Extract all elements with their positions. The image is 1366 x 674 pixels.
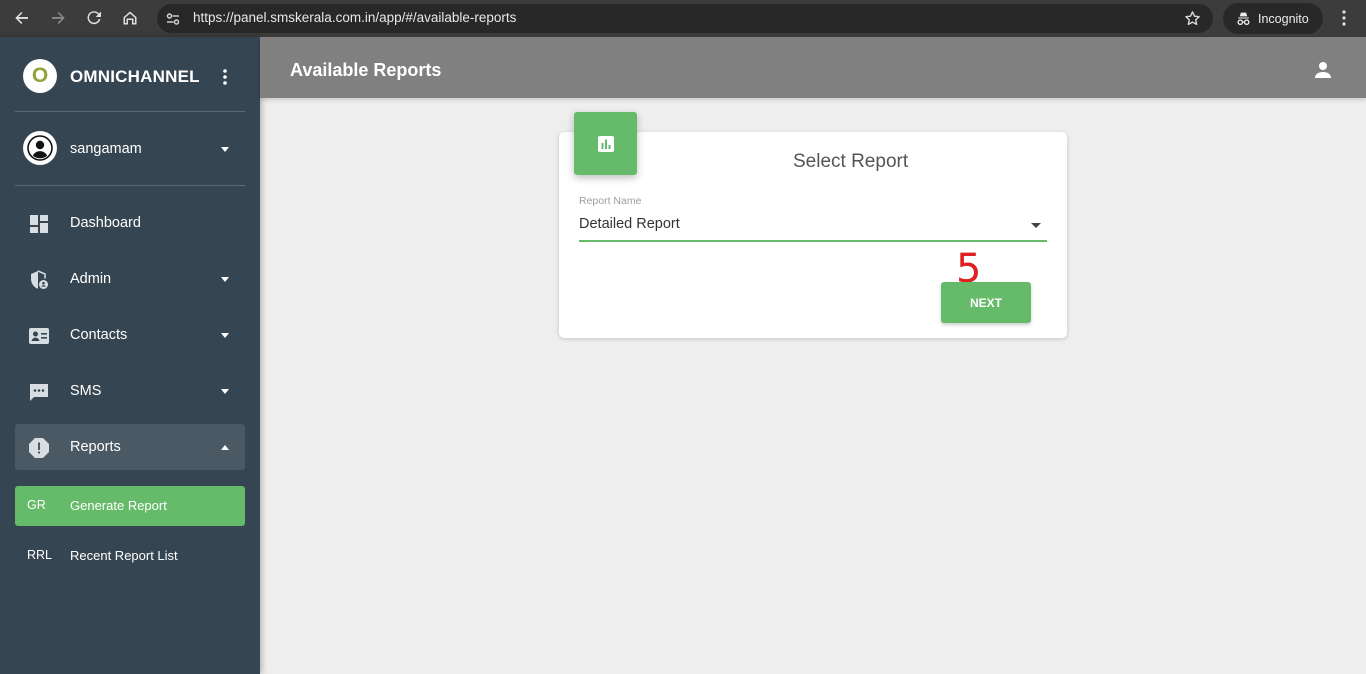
incognito-label: Incognito: [1258, 11, 1309, 26]
sidebar-item-reports[interactable]: Reports: [15, 424, 245, 470]
select-underline: [579, 240, 1047, 242]
contacts-icon: [28, 325, 50, 347]
url-text: https://panel.smskerala.com.in/app/#/ava…: [193, 10, 517, 25]
next-button[interactable]: NEXT: [941, 282, 1031, 323]
dropdown-arrow-icon: [1031, 223, 1041, 228]
sidebar-item-label: Reports: [70, 439, 121, 455]
brand-name: OMNICHANNEL: [70, 67, 200, 86]
report-name-label: Report Name: [579, 195, 642, 207]
sidebar-subitem-abbr: GR: [27, 498, 46, 512]
sidebar-divider: [15, 111, 245, 112]
card-header-badge: [574, 112, 637, 175]
bar-chart-icon: [597, 135, 614, 152]
report-name-select[interactable]: Detailed Report: [579, 210, 1047, 244]
sidebar-subitem-label: Recent Report List: [70, 548, 178, 563]
back-arrow-icon[interactable]: [11, 7, 33, 29]
account-icon: [27, 135, 53, 161]
chevron-down-icon: [221, 147, 229, 152]
browser-toolbar: https://panel.smskerala.com.in/app/#/ava…: [0, 0, 1366, 37]
user-menu[interactable]: sangamam: [0, 127, 260, 171]
sidebar-subitem-abbr: RRL: [27, 548, 53, 562]
incognito-badge[interactable]: Incognito: [1223, 3, 1323, 34]
sidebar-item-admin[interactable]: Admin: [15, 256, 245, 302]
reload-icon[interactable]: [83, 7, 105, 29]
sidebar: O OMNICHANNEL sangamam Dashboard Admin C…: [0, 37, 260, 674]
sms-icon: [28, 381, 50, 403]
bookmark-star-icon[interactable]: [1184, 10, 1201, 27]
sidebar-item-sms[interactable]: SMS: [15, 368, 245, 414]
brand: O OMNICHANNEL: [0, 37, 260, 111]
address-bar[interactable]: https://panel.smskerala.com.in/app/#/ava…: [157, 4, 1213, 33]
sidebar-item-label: Admin: [70, 271, 112, 287]
chevron-up-icon: [221, 445, 229, 450]
account-person-icon[interactable]: [1313, 60, 1333, 80]
page-title: Available Reports: [290, 60, 442, 80]
admin-shield-icon: [28, 269, 50, 291]
sidebar-subitem-label: Generate Report: [70, 498, 167, 513]
browser-menu-icon[interactable]: [1336, 9, 1352, 27]
dashboard-icon: [28, 213, 50, 235]
home-icon[interactable]: [119, 7, 141, 29]
chevron-down-icon: [221, 333, 229, 338]
sidebar-item-contacts[interactable]: Contacts: [15, 312, 245, 358]
sidebar-divider: [15, 185, 245, 186]
incognito-icon: [1237, 12, 1250, 26]
sidebar-item-label: SMS: [70, 383, 102, 399]
sidebar-item-dashboard[interactable]: Dashboard: [15, 200, 245, 246]
card-title: Select Report: [793, 151, 909, 172]
report-name-value: Detailed Report: [579, 216, 680, 232]
chevron-down-icon: [221, 389, 229, 394]
app-header: Available Reports: [260, 37, 1366, 98]
user-name: sangamam: [70, 141, 142, 157]
reports-icon: [28, 437, 50, 459]
brand-logo: O: [23, 59, 57, 93]
more-vert-icon[interactable]: [218, 67, 232, 87]
site-settings-icon[interactable]: [165, 11, 181, 27]
sidebar-item-label: Dashboard: [70, 215, 141, 231]
sidebar-subitem-generate-report[interactable]: GR Generate Report: [15, 486, 245, 526]
forward-arrow-icon[interactable]: [47, 7, 69, 29]
avatar: [23, 131, 57, 165]
sidebar-item-label: Contacts: [70, 327, 128, 343]
sidebar-subitem-recent-report-list[interactable]: RRL Recent Report List: [15, 536, 245, 576]
chevron-down-icon: [221, 277, 229, 282]
